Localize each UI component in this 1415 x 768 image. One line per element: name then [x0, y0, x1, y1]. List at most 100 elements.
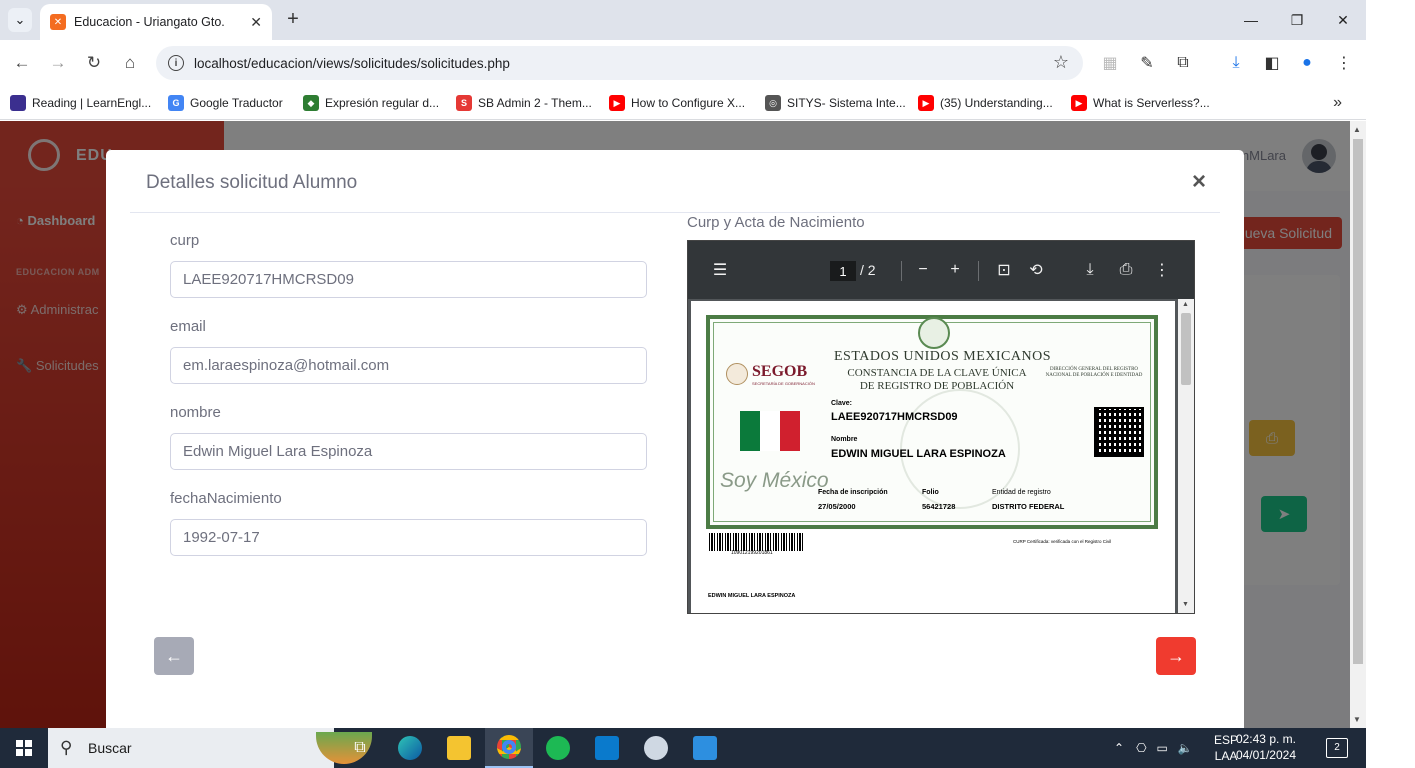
start-button[interactable] — [0, 728, 48, 768]
site-info-icon[interactable]: i — [168, 55, 184, 71]
bookmark-item[interactable]: ▶ What is Serverless?... — [1071, 92, 1210, 114]
rotate-icon[interactable]: ⟲ — [1025, 259, 1047, 281]
profile-icon[interactable]: ● — [1296, 52, 1318, 74]
download-icon[interactable]: ⤓ — [1225, 52, 1247, 74]
photos-icon — [693, 736, 717, 760]
bookmark-label: Google Traductor — [190, 96, 283, 110]
fit-page-icon[interactable]: ⊡ — [993, 259, 1015, 281]
modal-close-button[interactable]: × — [1192, 168, 1206, 196]
previous-button[interactable]: ← — [154, 637, 194, 675]
hamburger-menu-icon[interactable]: ☰ — [709, 259, 731, 281]
restore-button[interactable]: ❐ — [1274, 0, 1320, 40]
segob-emblem-icon — [726, 363, 748, 385]
spotify-icon — [546, 736, 570, 760]
zoom-in-icon[interactable]: + — [944, 259, 966, 281]
next-button[interactable]: → — [1156, 637, 1196, 675]
new-tab-button[interactable]: + — [282, 8, 304, 30]
forward-icon[interactable]: → — [45, 50, 71, 76]
segob-logo: SEGOB — [752, 363, 808, 380]
tab-search-button[interactable]: ⌄ — [8, 8, 32, 32]
side-panel-icon[interactable]: ◧ — [1261, 52, 1283, 74]
page-scrollbar[interactable]: ▲ ▼ — [1350, 121, 1366, 728]
bookmark-item[interactable]: ▶ How to Configure X... — [609, 92, 745, 114]
pdf-scrollbar-thumb[interactable] — [1181, 313, 1191, 385]
bookmark-star-icon[interactable]: ☆ — [1053, 52, 1069, 73]
bookmark-item[interactable]: ▶ (35) Understanding... — [918, 92, 1053, 114]
curp-field[interactable]: LAEE920717HMCRSD09 — [170, 261, 647, 298]
edge-app[interactable] — [386, 728, 434, 768]
clave-label: Clave: — [831, 400, 853, 407]
fecha-inscripcion-value: 27/05/2000 — [818, 502, 856, 511]
home-icon[interactable]: ⌂ — [117, 50, 143, 76]
tab-close-icon[interactable]: ✕ — [250, 14, 262, 31]
minimize-button[interactable]: — — [1228, 0, 1274, 40]
chevron-up-icon[interactable]: ⌃ — [1114, 741, 1124, 755]
youtube-icon: ▶ — [1071, 95, 1087, 111]
pdf-toolbar: ☰ 1 / 2 − + ⊡ ⟲ ⤓ ⎙ ⋮ — [688, 241, 1194, 299]
bookmark-item[interactable]: S SB Admin 2 - Them... — [456, 92, 592, 114]
spotify-app[interactable] — [534, 728, 582, 768]
nombre-field[interactable]: Edwin Miguel Lara Espinoza — [170, 433, 647, 470]
volume-icon[interactable]: 🔈 — [1178, 741, 1193, 755]
bookmarks-bar: Reading | LearnEngl... G Google Traductor… — [0, 86, 1366, 120]
eyedropper-icon[interactable]: ✎ — [1136, 52, 1158, 74]
pdf-page-total: / 2 — [860, 262, 876, 278]
vscode-app[interactable] — [583, 728, 631, 768]
menu-dots-icon[interactable]: ⋮ — [1333, 52, 1355, 74]
browser-tab-active[interactable]: ✕ Educacion - Uriangato Gto. ✕ — [40, 4, 272, 40]
url-text[interactable]: localhost/educacion/views/solicitudes/so… — [194, 56, 1083, 71]
zoom-out-icon[interactable]: − — [912, 259, 934, 281]
bookmark-label: Expresión regular d... — [325, 96, 440, 110]
scroll-down-icon[interactable]: ▼ — [1353, 715, 1361, 724]
reload-icon[interactable]: ↻ — [81, 50, 107, 76]
pdf-print-icon[interactable]: ⎙ — [1115, 259, 1137, 281]
pdf-scrollbar[interactable]: ▲ ▼ — [1178, 299, 1194, 613]
taskbar-search[interactable]: ⚲ Buscar — [48, 728, 372, 768]
doc-subtitle: CONSTANCIA DE LA CLAVE ÚNICA DE REGISTRO… — [847, 367, 1027, 392]
pdf-viewer[interactable]: ☰ 1 / 2 − + ⊡ ⟲ ⤓ ⎙ ⋮ SEGOB SECRETARÍA D… — [687, 240, 1195, 614]
pdf-more-icon[interactable]: ⋮ — [1151, 259, 1173, 281]
language-indicator[interactable]: ESP LAA — [1214, 728, 1238, 768]
arrow-right-icon: → — [1167, 645, 1185, 666]
puzzle-extensions-icon[interactable]: ⧉ — [1172, 52, 1194, 74]
curp-certification: CURP Certificada: verificada con el Regi… — [1013, 539, 1112, 544]
scroll-up-icon[interactable]: ▲ — [1182, 301, 1189, 308]
task-view-button[interactable]: ⧉ — [336, 728, 384, 768]
file-explorer-app[interactable] — [435, 728, 483, 768]
pdf-download-icon[interactable]: ⤓ — [1079, 259, 1101, 281]
chevron-down-icon: ⌄ — [14, 12, 26, 27]
fecha-nacimiento-field[interactable]: 1992-07-17 — [170, 519, 647, 556]
fecha-nacimiento-label: fechaNacimiento — [170, 490, 282, 507]
folder-icon — [447, 736, 471, 760]
clock[interactable]: 02:43 p. m. 04/01/2024 — [1236, 731, 1296, 763]
bookmark-item[interactable]: ◎ SITYS- Sistema Inte... — [765, 92, 906, 114]
pdf-page-input[interactable]: 1 — [830, 261, 856, 281]
bookmark-item[interactable]: Reading | LearnEngl... — [10, 92, 151, 114]
address-bar[interactable]: i localhost/educacion/views/solicitudes/… — [156, 46, 1083, 80]
bookmarks-overflow-icon[interactable]: » — [1333, 94, 1342, 112]
network-icon[interactable]: ▭ — [1157, 741, 1168, 755]
scrollbar-thumb[interactable] — [1353, 139, 1363, 664]
back-icon[interactable]: ← — [9, 50, 35, 76]
bookmark-item[interactable]: G Google Traductor — [168, 92, 283, 114]
nombre-doc-value: EDWIN MIGUEL LARA ESPINOZA — [831, 448, 1006, 460]
meet-icon[interactable]: ⎔ — [1136, 741, 1146, 755]
nombre-label: nombre — [170, 404, 221, 421]
youtube-icon: ▶ — [609, 95, 625, 111]
edge-icon — [398, 736, 422, 760]
extension-icon[interactable]: ▦ — [1099, 52, 1121, 74]
paint-app[interactable] — [632, 728, 680, 768]
chrome-app[interactable] — [485, 728, 533, 768]
notifications-button[interactable]: 2 — [1326, 738, 1348, 758]
toolbar-divider — [901, 261, 902, 281]
scroll-down-icon[interactable]: ▼ — [1182, 601, 1189, 608]
email-field[interactable]: em.laraespinoza@hotmail.com — [170, 347, 647, 384]
bookmark-favicon-icon: G — [168, 95, 184, 111]
tab-title: Educacion - Uriangato Gto. — [74, 15, 225, 29]
scroll-up-icon[interactable]: ▲ — [1353, 125, 1361, 134]
bookmark-item[interactable]: ◆ Expresión regular d... — [303, 92, 439, 114]
photos-app[interactable] — [681, 728, 729, 768]
bookmark-favicon-icon: ◆ — [303, 95, 319, 111]
request-details-modal: Detalles solicitud Alumno × curp LAEE920… — [106, 150, 1244, 728]
close-window-button[interactable]: ✕ — [1320, 0, 1366, 40]
